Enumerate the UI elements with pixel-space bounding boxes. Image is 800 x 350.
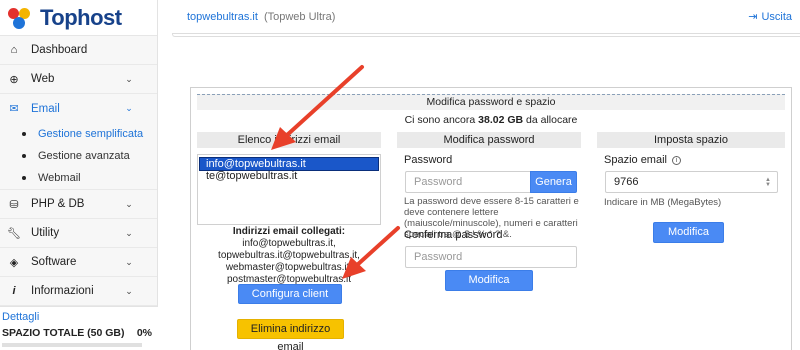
space-unit-hint: Indicare in MB (MegaBytes) (604, 197, 722, 208)
available-space-text: Ci sono ancora 38.02 GB da allocare (191, 114, 791, 126)
change-password-heading: Modifica password (397, 132, 581, 148)
set-space-heading: Imposta spazio (597, 132, 785, 148)
sidebar-item-web[interactable]: ⊕ Web ⌄ (0, 65, 157, 94)
sidebar-item-label: Software (31, 256, 77, 268)
info-circle-icon[interactable]: i (671, 155, 681, 165)
bullet-icon (22, 132, 26, 136)
change-quota-button[interactable]: Modifica quota (653, 222, 724, 257)
chevron-down-icon: ⌄ (125, 227, 133, 238)
space-label-row: Spazio email i (604, 154, 681, 166)
sidebar-item-label: Utility (31, 227, 60, 239)
delete-email-button[interactable]: Elimina indirizzo email (237, 319, 344, 350)
storage-label: SPAZIO TOTALE (50 GB) (2, 327, 125, 339)
sidebar-item-informazioni[interactable]: i Informazioni ⌄ (0, 277, 157, 306)
sidebar: Tophost ⌂ Dashboard ⊕ Web ⌄ ✉ Email ⌄ Ge… (0, 0, 158, 350)
sidebar-item-label: Informazioni (31, 285, 94, 297)
sidebar-subitem-webmail[interactable]: Webmail (0, 167, 157, 190)
change-password-button[interactable]: Modifica password (445, 270, 533, 305)
sidebar-item-dashboard[interactable]: ⌂ Dashboard (0, 36, 157, 65)
available-prefix: Ci sono ancora (404, 114, 479, 126)
password-label: Password (404, 154, 453, 166)
generate-password-button[interactable]: Genera (530, 171, 577, 193)
sidebar-subitem-gestione-semplificata[interactable]: Gestione semplificata (0, 123, 157, 145)
space-value: 9766 (614, 176, 639, 188)
email-list-heading: Elenco indirizzi email (197, 132, 381, 148)
plan-label: (Topweb Ultra) (263, 10, 336, 23)
details-link[interactable]: Dettagli (0, 311, 152, 323)
chevron-down-icon: ⌄ (125, 198, 133, 209)
sidebar-item-utility[interactable]: 🔧︎ Utility ⌄ (0, 219, 157, 248)
sidebar-subitem-label: Gestione semplificata (38, 128, 144, 140)
password-space-panel: Modifica password e spazio Ci sono ancor… (190, 87, 792, 350)
confirm-password-label: Conferma password (404, 229, 503, 241)
logo-icon (8, 6, 34, 30)
brand-logo[interactable]: Tophost (0, 0, 157, 36)
database-icon: ⛁ (9, 198, 19, 211)
chevron-down-icon: ⌄ (125, 256, 133, 267)
brand-name: Tophost (40, 4, 122, 30)
cube-icon: ◈ (9, 256, 19, 269)
space-label: Spazio email (604, 154, 667, 166)
configure-client-button[interactable]: Configura client email (238, 284, 342, 318)
bullet-icon (22, 154, 26, 158)
sidebar-item-email[interactable]: ✉ Email ⌄ (0, 94, 157, 123)
sidebar-item-label: PHP & DB (31, 198, 85, 210)
sidebar-item-label: Dashboard (31, 44, 88, 56)
top-header: topwebultras.it (Topweb Ultra) ⇥ Uscita (158, 0, 800, 33)
list-item[interactable]: info@topwebultras.it (199, 157, 379, 171)
bullet-icon (22, 176, 26, 180)
domain-link[interactable]: topwebultras.it (187, 11, 258, 23)
home-icon: ⌂ (10, 44, 18, 56)
linked-addresses-title: Indirizzi email collegati: (232, 226, 346, 237)
password-input[interactable]: Password (405, 171, 531, 193)
confirm-password-input[interactable]: Password (405, 246, 577, 268)
chevron-down-icon: ⌄ (125, 285, 133, 296)
storage-progress-bar (2, 343, 142, 347)
linked-address: info@topwebultras.it, (242, 238, 336, 249)
available-amount: 38.02 GB (478, 114, 524, 126)
storage-summary: Dettagli SPAZIO TOTALE (50 GB) 0% (0, 306, 158, 350)
available-suffix: da allocare (523, 114, 578, 126)
linked-address: topwebultras.it@topwebultras.it, (218, 250, 360, 261)
space-quantity-input[interactable]: 9766 ▲ ▼ (605, 171, 778, 193)
email-address-list[interactable]: info@topwebultras.it te@topwebultras.it (197, 154, 381, 225)
logout-icon: ⇥ (748, 11, 758, 23)
sidebar-item-php-db[interactable]: ⛁ PHP & DB ⌄ (0, 190, 157, 219)
chevron-down-icon: ⌄ (125, 73, 133, 84)
wrench-icon: 🔧︎ (7, 227, 21, 240)
logout-button[interactable]: ⇥ Uscita (748, 10, 792, 24)
logout-label: Uscita (761, 10, 792, 23)
spinner-icon[interactable]: ▲ ▼ (765, 177, 771, 188)
globe-icon: ⊕ (9, 73, 19, 86)
sidebar-item-software[interactable]: ◈ Software ⌄ (0, 248, 157, 277)
chevron-down-icon: ⌄ (125, 103, 133, 113)
linked-address: webmaster@topwebultras.it, (225, 262, 353, 273)
sidebar-subitem-label: Webmail (38, 172, 81, 184)
info-icon: i (12, 285, 16, 297)
sidebar-subitem-label: Gestione avanzata (38, 150, 130, 162)
sidebar-item-label: Web (31, 73, 55, 85)
panel-title: Modifica password e spazio (197, 94, 785, 110)
sidebar-subitem-gestione-avanzata[interactable]: Gestione avanzata (0, 145, 157, 167)
header-divider (172, 33, 800, 37)
list-item[interactable]: te@topwebultras.it (200, 170, 378, 182)
storage-percent: 0% (136, 327, 152, 339)
sidebar-item-label: Email (31, 102, 60, 115)
envelope-icon: ✉ (9, 103, 19, 115)
